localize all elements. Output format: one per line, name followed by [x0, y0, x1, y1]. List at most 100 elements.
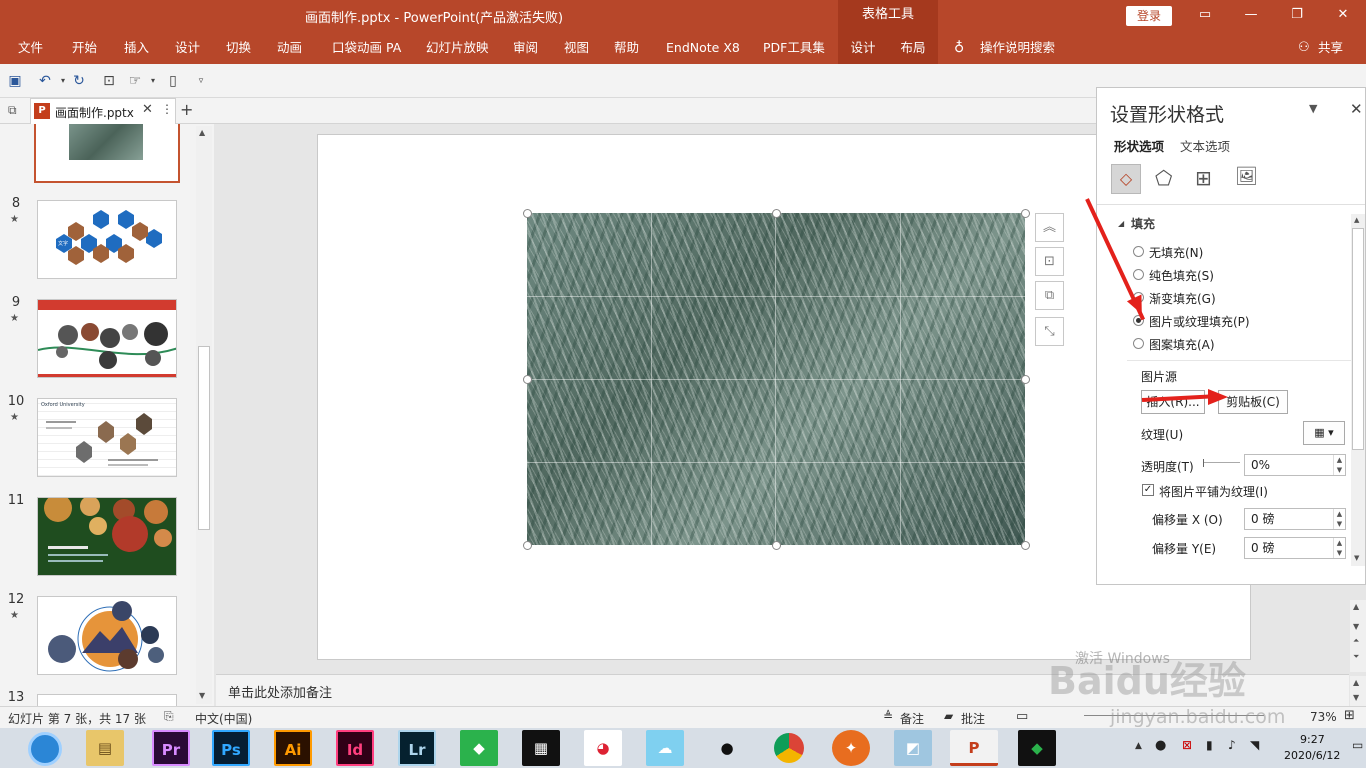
- offset-y-input[interactable]: 0 磅 ▲ ▼: [1244, 537, 1346, 559]
- tab-file[interactable]: 文件: [18, 32, 43, 64]
- colorful-app-icon[interactable]: ◕: [584, 730, 622, 766]
- share-button[interactable]: 共享: [1318, 32, 1343, 64]
- clock-date[interactable]: 2020/6/12: [1284, 749, 1340, 762]
- network-warning-icon[interactable]: ⊠: [1182, 738, 1192, 752]
- tell-me-search[interactable]: 操作说明搜索: [980, 32, 1055, 64]
- tab-pocket-animation[interactable]: 口袋动画 PA: [332, 32, 401, 64]
- tab-endnote[interactable]: EndNote X8: [666, 32, 740, 64]
- browser-icon[interactable]: [28, 732, 62, 766]
- scroll-down-icon[interactable]: ▼: [1354, 554, 1359, 562]
- language-status[interactable]: 中文(中国): [195, 710, 252, 727]
- tile-checkbox[interactable]: ✓: [1142, 484, 1154, 496]
- zoom-level[interactable]: 73%: [1310, 710, 1337, 724]
- crop-icon[interactable]: ⤡: [1035, 317, 1064, 346]
- slideshow-from-start-icon[interactable]: ⊡: [100, 72, 118, 90]
- close-tab-icon[interactable]: ✕: [142, 102, 153, 117]
- thumbnail-slide-13[interactable]: [37, 694, 177, 706]
- transparency-slider[interactable]: [1203, 459, 1240, 467]
- notes-scrollbar[interactable]: ▲ ▼: [1350, 676, 1366, 706]
- effects-pentagon-icon[interactable]: ⬠: [1155, 166, 1172, 190]
- tab-view[interactable]: 视图: [564, 32, 589, 64]
- thumbnail-slide-8[interactable]: 文字: [37, 200, 177, 279]
- close-window-button[interactable]: ✕: [1320, 0, 1366, 32]
- insert-picture-button[interactable]: 插入(R)...: [1141, 390, 1205, 414]
- tab-design[interactable]: 设计: [175, 32, 200, 64]
- editing-scrollbar[interactable]: ▲ ▼ ⏶ ⏷: [1350, 600, 1366, 672]
- lightroom-icon[interactable]: Lr: [398, 730, 436, 766]
- powerpoint-taskbar-icon[interactable]: P: [950, 730, 998, 766]
- chrome-icon[interactable]: [774, 733, 804, 763]
- tab-menu-icon[interactable]: ⋮: [161, 102, 173, 116]
- previous-slide-icon[interactable]: ⏶: [1353, 636, 1359, 646]
- fox-app-icon[interactable]: ✦: [832, 730, 870, 766]
- transparency-input[interactable]: 0% ▲ ▼: [1244, 454, 1346, 476]
- resize-handle[interactable]: [772, 209, 781, 218]
- arrange-icon[interactable]: ⧉: [1035, 281, 1064, 310]
- offset-y-spinner[interactable]: ▲ ▼: [1333, 538, 1345, 558]
- thumbnail-slide-9[interactable]: [37, 299, 177, 378]
- tab-text-options[interactable]: 文本选项: [1180, 136, 1230, 155]
- pane-options-dropdown-icon[interactable]: ▼: [1309, 102, 1317, 115]
- format-pane-scrollbar[interactable]: ▲ ▼: [1351, 214, 1365, 566]
- wifi-icon[interactable]: ◥: [1250, 738, 1259, 752]
- resize-handle[interactable]: [1021, 209, 1030, 218]
- next-slide-icon[interactable]: ⏷: [1353, 652, 1359, 662]
- photoshop-icon[interactable]: Ps: [212, 730, 250, 766]
- tab-animations[interactable]: 动画: [277, 32, 302, 64]
- thumbnail-slide-11[interactable]: [37, 497, 177, 576]
- scroll-down-icon[interactable]: ▼: [1353, 622, 1359, 631]
- thumbnail-scrollbar[interactable]: ▲ ▼: [196, 126, 212, 704]
- qq-icon[interactable]: ●: [708, 730, 746, 766]
- volume-icon[interactable]: ♪: [1228, 738, 1236, 752]
- touch-mode-icon[interactable]: ☞: [126, 72, 144, 90]
- redo-icon[interactable]: ↻: [70, 72, 88, 90]
- minimize-button[interactable]: —: [1228, 0, 1274, 32]
- collapse-section-icon[interactable]: ◢: [1118, 219, 1124, 228]
- thumbnail-slide-10[interactable]: Oxford University: [37, 398, 177, 477]
- tab-home[interactable]: 开始: [72, 32, 97, 64]
- resize-handle[interactable]: [523, 541, 532, 550]
- texture-dropdown[interactable]: ▦ ▾: [1303, 421, 1345, 445]
- scroll-down-icon[interactable]: ▼: [1353, 693, 1359, 702]
- radio-solid-fill[interactable]: [1133, 269, 1144, 280]
- scroll-down-icon[interactable]: ▼: [199, 691, 205, 700]
- tab-help[interactable]: 帮助: [614, 32, 639, 64]
- login-button[interactable]: 登录: [1126, 6, 1172, 26]
- new-tab-icon[interactable]: +: [180, 100, 193, 119]
- close-pane-icon[interactable]: ✕: [1350, 100, 1363, 118]
- scroll-up-icon[interactable]: ▲: [1354, 216, 1359, 224]
- save-icon[interactable]: ▣: [6, 72, 24, 90]
- green-dark-app-icon[interactable]: ◆: [1018, 730, 1056, 766]
- normal-view-icon[interactable]: ▭: [1016, 709, 1028, 724]
- restore-button[interactable]: ❐: [1274, 0, 1320, 32]
- scroll-up-icon[interactable]: ▲: [1353, 602, 1359, 611]
- offset-x-spinner[interactable]: ▲ ▼: [1333, 509, 1345, 529]
- tab-table-design[interactable]: 设计: [838, 32, 888, 64]
- customize-toolbar-icon[interactable]: ▿: [192, 72, 210, 90]
- indesign-icon[interactable]: Id: [336, 730, 374, 766]
- tab-transitions[interactable]: 切换: [226, 32, 251, 64]
- comments-toggle[interactable]: 批注: [961, 710, 985, 727]
- size-properties-icon[interactable]: ⊞: [1195, 166, 1212, 190]
- resize-handle[interactable]: [772, 541, 781, 550]
- resize-handle[interactable]: [1021, 541, 1030, 550]
- radio-no-fill[interactable]: [1133, 246, 1144, 257]
- file-explorer-icon[interactable]: ▤: [86, 730, 124, 766]
- tab-slideshow[interactable]: 幻灯片放映: [426, 32, 489, 64]
- radio-pattern-fill[interactable]: [1133, 338, 1144, 349]
- blue-app-icon[interactable]: ◩: [894, 730, 932, 766]
- usb-icon[interactable]: ▮: [1206, 738, 1213, 752]
- collapse-up-icon[interactable]: ︽: [1035, 213, 1064, 242]
- fit-slide-icon[interactable]: ⊞: [1344, 708, 1355, 723]
- new-document-icon[interactable]: ▯: [164, 72, 182, 90]
- picture-icon[interactable]: 🖼: [1235, 166, 1258, 187]
- section-fill-header[interactable]: 填充: [1131, 215, 1155, 232]
- spelling-check-icon[interactable]: ⎘: [164, 709, 174, 724]
- tab-pdf-tools[interactable]: PDF工具集: [763, 32, 825, 64]
- notes-toggle[interactable]: 备注: [900, 710, 924, 727]
- tab-review[interactable]: 审阅: [513, 32, 538, 64]
- undo-icon[interactable]: ↶: [36, 72, 54, 90]
- scroll-up-icon[interactable]: ▲: [1353, 678, 1359, 687]
- video-player-icon[interactable]: ▦: [522, 730, 560, 766]
- resize-handle[interactable]: [1021, 375, 1030, 384]
